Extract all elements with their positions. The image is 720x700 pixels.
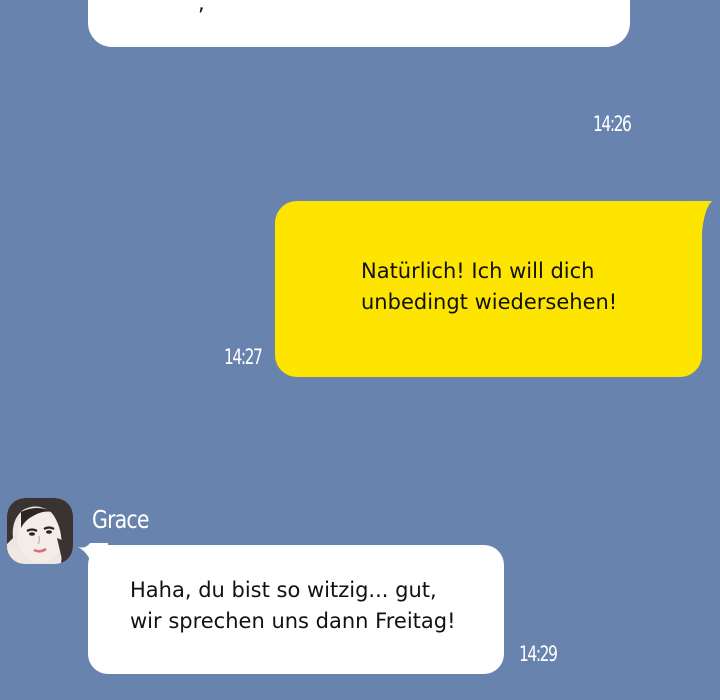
message-text-partial: , — [198, 0, 205, 15]
message-text-line: Natürlich! Ich will dich — [361, 259, 595, 283]
message-text-line: Haha, du bist so witzig... gut, — [130, 578, 437, 602]
message-bubble-incoming[interactable]: Haha, du bist so witzig... gut, wir spre… — [88, 545, 504, 674]
message-timestamp: 14:27 — [224, 345, 263, 369]
avatar[interactable] — [7, 498, 73, 564]
message-text-line: wir sprechen uns dann Freitag! — [130, 609, 456, 633]
chat-view: , 14:26 Natürlich! Ich will dich unbedin… — [0, 0, 720, 700]
message-timestamp: 14:29 — [519, 642, 558, 666]
bubble-tail-outgoing — [682, 201, 712, 233]
message-text-line: unbedingt wiedersehen! — [361, 290, 618, 314]
message-bubble-outgoing[interactable]: Natürlich! Ich will dich unbedingt wiede… — [275, 201, 702, 377]
sender-name[interactable]: Grace — [92, 505, 149, 534]
message-bubble-previous[interactable]: , — [88, 0, 630, 47]
contact-avatar-photo-icon — [7, 498, 73, 564]
message-timestamp: 14:26 — [593, 112, 632, 136]
